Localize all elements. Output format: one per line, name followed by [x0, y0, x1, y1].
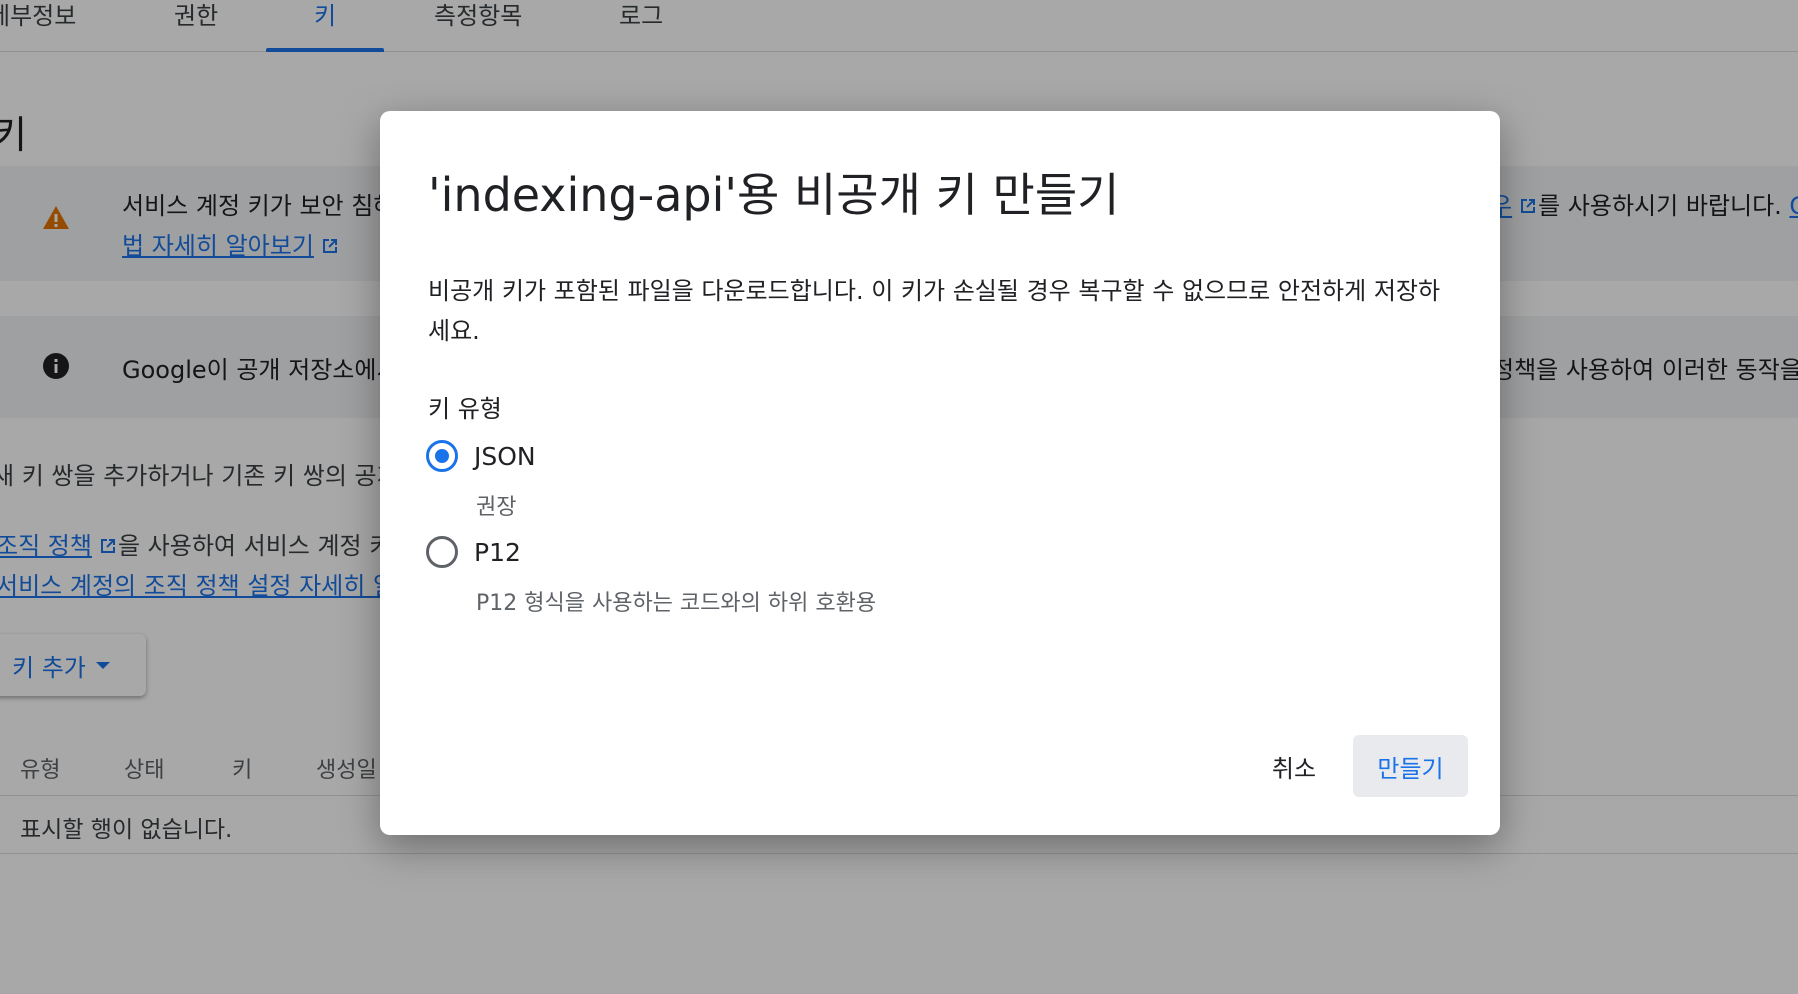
dialog-title: 'indexing-api'용 비공개 키 만들기 [428, 168, 1120, 222]
radio-option-p12[interactable]: P12 [426, 536, 521, 568]
radio-json[interactable] [426, 440, 458, 472]
radio-p12[interactable] [426, 536, 458, 568]
dialog-description: 비공개 키가 포함된 파일을 다운로드합니다. 이 키가 손실될 경우 복구할 … [428, 277, 1441, 345]
create-button[interactable]: 만들기 [1353, 735, 1468, 797]
create-private-key-dialog: 'indexing-api'용 비공개 키 만들기 비공개 키가 포함된 파일을… [380, 111, 1500, 835]
radio-p12-sublabel: P12 형식을 사용하는 코드와의 하위 호환용 [476, 591, 877, 616]
radio-json-label: JSON [474, 441, 536, 471]
radio-json-sublabel: 권장 [476, 495, 517, 520]
radio-p12-label: P12 [474, 537, 521, 567]
radio-option-json[interactable]: JSON [426, 440, 536, 472]
key-type-label: 키 유형 [428, 395, 502, 423]
cancel-button[interactable]: 취소 [1240, 735, 1348, 797]
